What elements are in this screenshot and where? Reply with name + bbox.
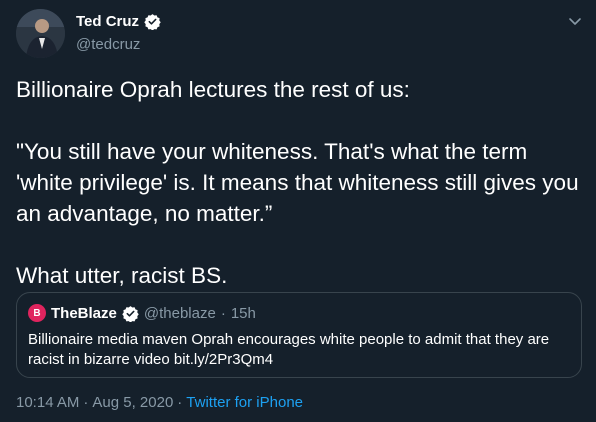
tweet-date[interactable]: Aug 5, 2020 xyxy=(92,394,173,411)
display-name[interactable]: Ted Cruz xyxy=(76,13,139,30)
tweet-metadata: 10:14 AM · Aug 5, 2020 · Twitter for iPh… xyxy=(16,394,303,411)
verified-badge-icon xyxy=(144,13,161,31)
author-name-row: Ted Cruz xyxy=(76,13,161,31)
avatar[interactable] xyxy=(16,9,65,58)
chevron-down-icon[interactable] xyxy=(566,12,584,30)
separator-dot: · xyxy=(220,304,226,322)
quoted-author-handle: @theblaze xyxy=(143,304,216,322)
quoted-timestamp: 15h xyxy=(230,304,256,322)
tweet-line: What utter, racist BS. xyxy=(16,263,228,288)
theblaze-logo-icon: B xyxy=(28,304,46,322)
author-handle[interactable]: @tedcruz xyxy=(76,36,140,53)
tweet-text: Billionaire Oprah lectures the rest of u… xyxy=(16,74,582,291)
tweet-card: Ted Cruz @tedcruz Billionaire Oprah lect… xyxy=(0,0,596,422)
quoted-tweet-header: B TheBlaze @theblaze · 15h xyxy=(28,304,256,322)
separator-dot: · xyxy=(177,394,183,411)
quoted-tweet-text: Billionaire media maven Oprah encourages… xyxy=(28,331,550,368)
avatar-image xyxy=(16,9,65,58)
separator-dot: · xyxy=(83,394,89,411)
tweet-line: "You still have your whiteness. That's w… xyxy=(16,139,579,226)
quoted-tweet[interactable]: B TheBlaze @theblaze · 15h Billionaire m… xyxy=(16,292,582,378)
tweet-time[interactable]: 10:14 AM xyxy=(16,394,79,411)
tweet-line: Billionaire Oprah lectures the rest of u… xyxy=(16,77,410,102)
quoted-author-name: TheBlaze xyxy=(51,304,117,322)
verified-badge-icon xyxy=(122,305,139,322)
tweet-source-link[interactable]: Twitter for iPhone xyxy=(186,394,303,411)
